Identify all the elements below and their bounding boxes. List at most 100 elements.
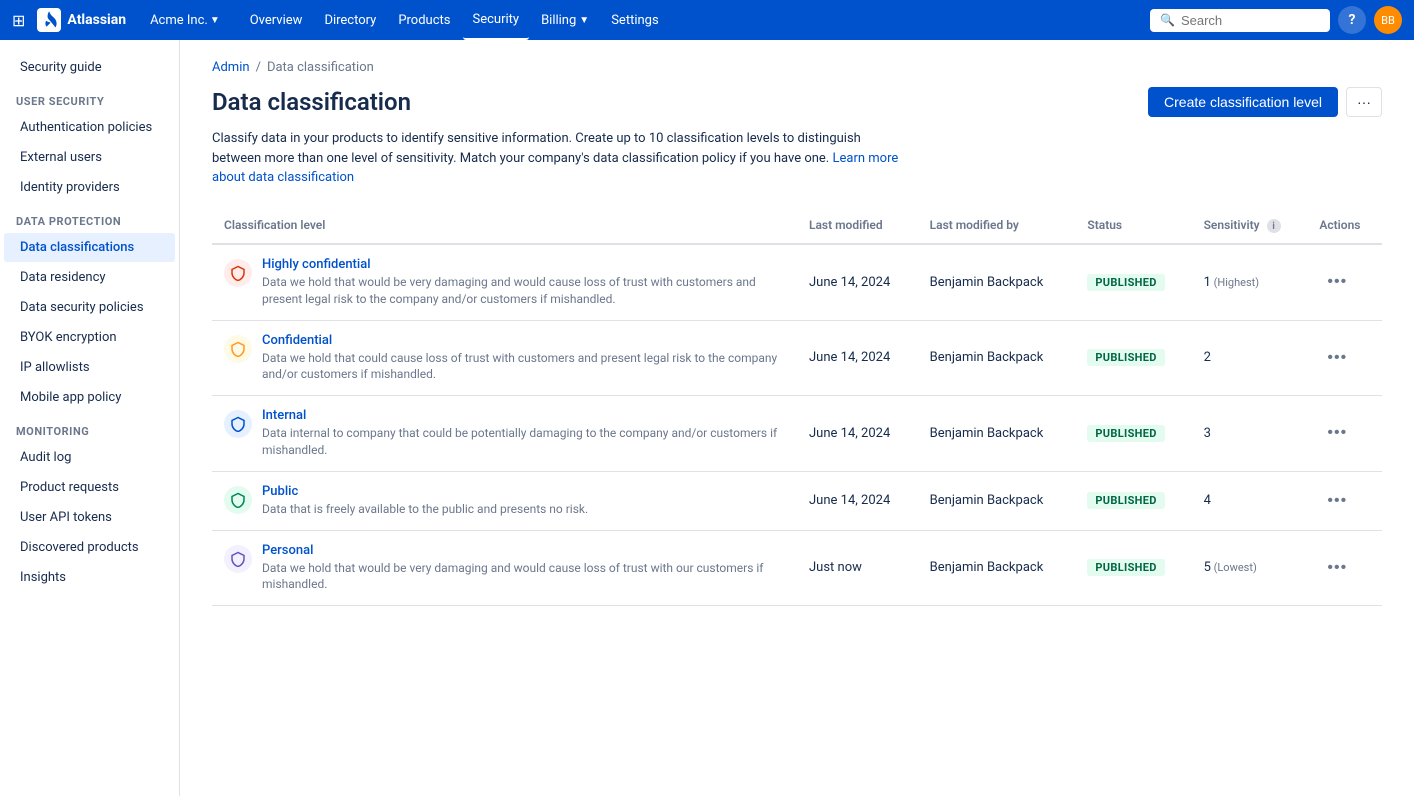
cell-actions-1: ••• bbox=[1307, 320, 1382, 396]
sidebar-item-identity-providers[interactable]: Identity providers bbox=[4, 173, 175, 202]
classification-icon-2 bbox=[224, 410, 252, 438]
classification-name-0[interactable]: Highly confidential bbox=[262, 257, 785, 272]
actions-button-0[interactable]: ••• bbox=[1319, 269, 1355, 295]
classification-info-1: Confidential Data we hold that could cau… bbox=[262, 333, 785, 384]
cell-last-modified-by-4: Benjamin Backpack bbox=[918, 530, 1076, 606]
breadcrumb-current: Data classification bbox=[267, 60, 374, 75]
nav-overview[interactable]: Overview bbox=[240, 0, 313, 40]
cell-last-modified-4: Just now bbox=[797, 530, 918, 606]
cell-last-modified-by-3: Benjamin Backpack bbox=[918, 471, 1076, 530]
classification-info-3: Public Data that is freely available to … bbox=[262, 484, 588, 518]
nav-directory[interactable]: Directory bbox=[314, 0, 386, 40]
classification-desc-2: Data internal to company that could be p… bbox=[262, 425, 785, 459]
table-header-row: Classification level Last modified Last … bbox=[212, 208, 1382, 245]
sidebar-item-authentication-policies[interactable]: Authentication policies bbox=[4, 113, 175, 142]
cell-sensitivity-0: 1 (Highest) bbox=[1192, 244, 1308, 320]
cell-last-modified-3: June 14, 2024 bbox=[797, 471, 918, 530]
cell-classification-4: Personal Data we hold that would be very… bbox=[212, 530, 797, 606]
search-input[interactable] bbox=[1181, 13, 1320, 28]
cell-actions-4: ••• bbox=[1307, 530, 1382, 606]
more-options-button[interactable]: ··· bbox=[1346, 87, 1382, 117]
classification-desc-1: Data we hold that could cause loss of tr… bbox=[262, 350, 785, 384]
sidebar-item-user-api-tokens[interactable]: User API tokens bbox=[4, 503, 175, 532]
search-box[interactable]: 🔍 bbox=[1150, 9, 1330, 32]
nav-settings[interactable]: Settings bbox=[601, 0, 668, 40]
classification-table: Classification level Last modified Last … bbox=[212, 208, 1382, 607]
nav-products[interactable]: Products bbox=[388, 0, 460, 40]
sidebar-item-mobile-app-policy[interactable]: Mobile app policy bbox=[4, 383, 175, 412]
atlassian-logo[interactable]: Atlassian bbox=[37, 8, 126, 32]
cell-sensitivity-2: 3 bbox=[1192, 396, 1308, 472]
sensitivity-note-0: (Highest) bbox=[1211, 276, 1259, 289]
actions-button-1[interactable]: ••• bbox=[1319, 345, 1355, 371]
sidebar-item-insights[interactable]: Insights bbox=[4, 563, 175, 592]
classification-icon-3 bbox=[224, 486, 252, 514]
sidebar-item-discovered-products[interactable]: Discovered products bbox=[4, 533, 175, 562]
classification-name-4[interactable]: Personal bbox=[262, 543, 785, 558]
classification-desc-4: Data we hold that would be very damaging… bbox=[262, 560, 785, 594]
avatar[interactable]: BB bbox=[1374, 6, 1402, 34]
table-row: Confidential Data we hold that could cau… bbox=[212, 320, 1382, 396]
table-row: Personal Data we hold that would be very… bbox=[212, 530, 1382, 606]
cell-last-modified-1: June 14, 2024 bbox=[797, 320, 918, 396]
cell-sensitivity-3: 4 bbox=[1192, 471, 1308, 530]
org-selector[interactable]: Acme Inc. ▼ bbox=[142, 9, 228, 32]
classification-name-3[interactable]: Public bbox=[262, 484, 588, 499]
sidebar-item-data-security-policies[interactable]: Data security policies bbox=[4, 293, 175, 322]
sidebar-item-product-requests[interactable]: Product requests bbox=[4, 473, 175, 502]
sidebar-section-data-protection: Data Protection bbox=[0, 203, 179, 232]
classification-icon-0 bbox=[224, 259, 252, 287]
cell-classification-3: Public Data that is freely available to … bbox=[212, 471, 797, 530]
classification-info-4: Personal Data we hold that would be very… bbox=[262, 543, 785, 594]
page-header-actions: Create classification level ··· bbox=[1148, 87, 1382, 117]
sidebar-item-ip-allowlists[interactable]: IP allowlists bbox=[4, 353, 175, 382]
actions-button-3[interactable]: ••• bbox=[1319, 488, 1355, 514]
col-classification-level: Classification level bbox=[212, 208, 797, 245]
sensitivity-note-4: (Lowest) bbox=[1211, 561, 1257, 574]
actions-button-2[interactable]: ••• bbox=[1319, 420, 1355, 446]
breadcrumb: Admin / Data classification bbox=[212, 60, 1382, 75]
status-badge-0: PUBLISHED bbox=[1087, 274, 1164, 291]
create-classification-button[interactable]: Create classification level bbox=[1148, 87, 1338, 117]
col-sensitivity: Sensitivity i bbox=[1192, 208, 1308, 245]
grid-icon[interactable]: ⊞ bbox=[12, 11, 25, 30]
sidebar-item-external-users[interactable]: External users bbox=[4, 143, 175, 172]
help-button[interactable]: ? bbox=[1338, 6, 1366, 34]
cell-last-modified-by-1: Benjamin Backpack bbox=[918, 320, 1076, 396]
cell-actions-2: ••• bbox=[1307, 396, 1382, 472]
org-dropdown-icon: ▼ bbox=[210, 15, 220, 26]
classification-cell-1: Confidential Data we hold that could cau… bbox=[224, 333, 785, 384]
sidebar-item-byok-encryption[interactable]: BYOK encryption bbox=[4, 323, 175, 352]
classification-icon-4 bbox=[224, 545, 252, 573]
col-last-modified-by: Last modified by bbox=[918, 208, 1076, 245]
sidebar-item-security-guide[interactable]: Security guide bbox=[4, 53, 175, 82]
sidebar-item-data-classifications[interactable]: Data classifications bbox=[4, 233, 175, 262]
breadcrumb-admin[interactable]: Admin bbox=[212, 60, 250, 75]
sidebar-section-monitoring: Monitoring bbox=[0, 413, 179, 442]
nav-security[interactable]: Security bbox=[463, 0, 530, 40]
classification-name-2[interactable]: Internal bbox=[262, 408, 785, 423]
page-title: Data classification bbox=[212, 88, 411, 116]
main-layout: Security guide User Security Authenticat… bbox=[0, 40, 1414, 796]
classification-name-1[interactable]: Confidential bbox=[262, 333, 785, 348]
table-row: Internal Data internal to company that c… bbox=[212, 396, 1382, 472]
sensitivity-info-icon[interactable]: i bbox=[1267, 219, 1281, 233]
sidebar-item-data-residency[interactable]: Data residency bbox=[4, 263, 175, 292]
cell-status-0: PUBLISHED bbox=[1075, 244, 1191, 320]
actions-button-4[interactable]: ••• bbox=[1319, 555, 1355, 581]
topnav-right: 🔍 ? BB bbox=[1150, 6, 1402, 34]
status-badge-2: PUBLISHED bbox=[1087, 425, 1164, 442]
main-nav: Overview Directory Products Security Bil… bbox=[240, 0, 1142, 40]
nav-billing[interactable]: Billing ▼ bbox=[531, 0, 599, 40]
cell-sensitivity-4: 5 (Lowest) bbox=[1192, 530, 1308, 606]
classification-icon-1 bbox=[224, 335, 252, 363]
main-content: Admin / Data classification Data classif… bbox=[180, 40, 1414, 796]
sidebar-item-audit-log[interactable]: Audit log bbox=[4, 443, 175, 472]
cell-last-modified-0: June 14, 2024 bbox=[797, 244, 918, 320]
cell-classification-1: Confidential Data we hold that could cau… bbox=[212, 320, 797, 396]
col-last-modified: Last modified bbox=[797, 208, 918, 245]
cell-status-4: PUBLISHED bbox=[1075, 530, 1191, 606]
page-description: Classify data in your products to identi… bbox=[212, 129, 912, 188]
search-icon: 🔍 bbox=[1160, 13, 1175, 27]
status-badge-1: PUBLISHED bbox=[1087, 349, 1164, 366]
